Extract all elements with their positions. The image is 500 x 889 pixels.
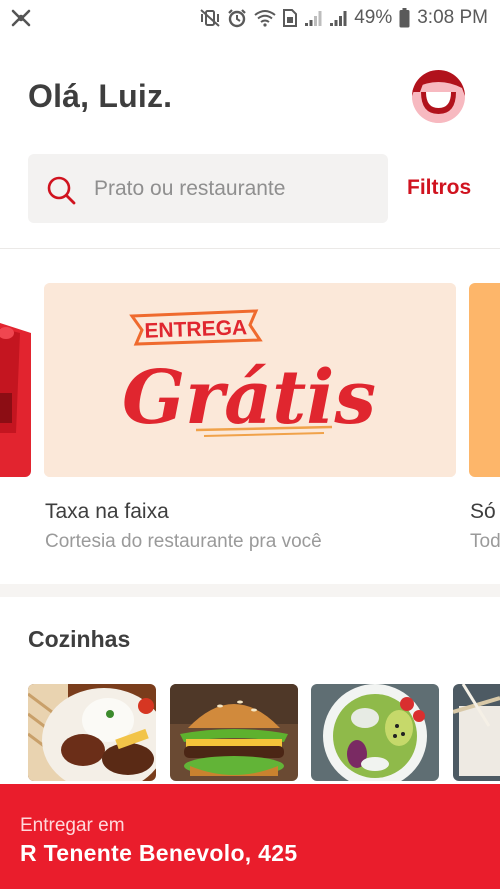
section-separator — [0, 584, 500, 597]
promo-card-free-delivery[interactable]: ENTREGA Grátis — [44, 283, 456, 477]
search-icon — [47, 176, 76, 205]
sim-card-icon — [283, 9, 298, 27]
japanese-food-image — [453, 684, 500, 781]
promo-card-previous[interactable] — [0, 283, 31, 477]
app-notification-icon — [11, 9, 31, 27]
delivery-label: Entregar em — [20, 815, 125, 836]
greeting-title: Olá, Luiz. — [28, 78, 173, 114]
drink-cup-image — [0, 283, 31, 477]
vibrate-mute-icon — [200, 9, 220, 27]
banner-word-small: ENTREGA — [144, 316, 247, 343]
battery-icon — [399, 8, 410, 28]
clock: 3:08 PM — [417, 7, 488, 28]
smiley-avatar-icon — [412, 70, 465, 123]
wifi-icon — [254, 10, 276, 27]
cuisine-card-salad[interactable] — [311, 684, 439, 781]
cuisines-title: Cozinhas — [28, 626, 131, 652]
promo-title: Taxa na faixa — [45, 500, 169, 523]
battery-percent: 49% — [354, 7, 393, 28]
alarm-icon — [228, 9, 246, 28]
promo-subtitle: Cortesia do restaurante pra você — [45, 531, 322, 552]
divider — [0, 248, 500, 249]
plate-food-image — [28, 684, 156, 781]
status-bar: 49% 3:08 PM — [0, 0, 500, 36]
filters-button[interactable]: Filtros — [407, 176, 471, 200]
promo-title-next: Só — [470, 500, 496, 523]
cuisine-card-japanese[interactable] — [453, 684, 500, 781]
search-placeholder: Prato ou restaurante — [94, 177, 286, 200]
signal-2-icon — [330, 11, 347, 26]
burger-image — [170, 684, 298, 781]
search-input[interactable]: Prato ou restaurante — [28, 154, 388, 223]
signal-1-icon — [305, 11, 322, 26]
promo-card-next[interactable] — [469, 283, 500, 477]
avatar[interactable] — [412, 70, 465, 123]
cuisine-card-plate[interactable] — [28, 684, 156, 781]
promo-subtitle-next: Tod — [470, 531, 500, 552]
delivery-address[interactable]: R Tenente Benevolo, 425 — [20, 840, 297, 867]
salad-bowl-image — [311, 684, 439, 781]
free-delivery-banner-image: ENTREGA Grátis — [44, 283, 456, 477]
cuisine-card-burger[interactable] — [170, 684, 298, 781]
